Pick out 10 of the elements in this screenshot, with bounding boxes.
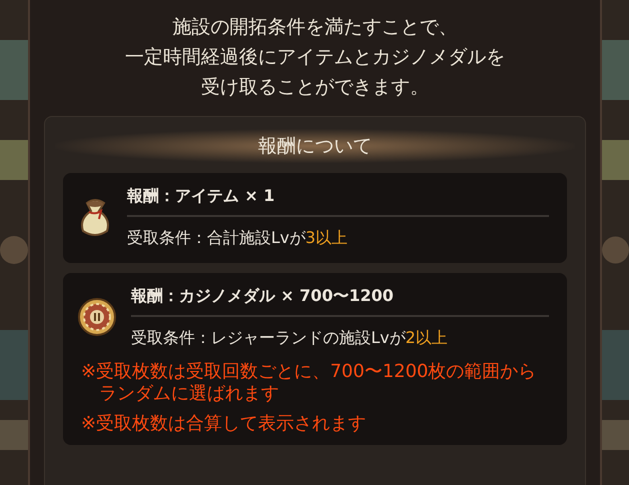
reward-text: 報酬：カジノメダル × 700〜1200 xyxy=(131,281,549,317)
condition-text: 受取条件：合計施設Lvが3以上 xyxy=(127,227,349,249)
condition-text: 受取条件：レジャーランドの施設Lvが2以上 xyxy=(131,327,449,349)
medal-icon xyxy=(77,297,117,337)
reward-text: 報酬：アイテム × 1 xyxy=(127,181,549,217)
intro-text: 受け取ることができます。 xyxy=(201,75,429,100)
intro-text: 一定時間経過後にアイテムとカジノメダルを xyxy=(125,45,505,70)
intro-text: 施設の開拓条件を満たすことで、 xyxy=(172,15,458,40)
note-text: ※受取枚数は受取回数ごとに、700〜1200枚の範囲からランダムに選ばれます xyxy=(81,361,538,405)
note-text: ※受取枚数は合算して表示されます xyxy=(81,413,368,435)
